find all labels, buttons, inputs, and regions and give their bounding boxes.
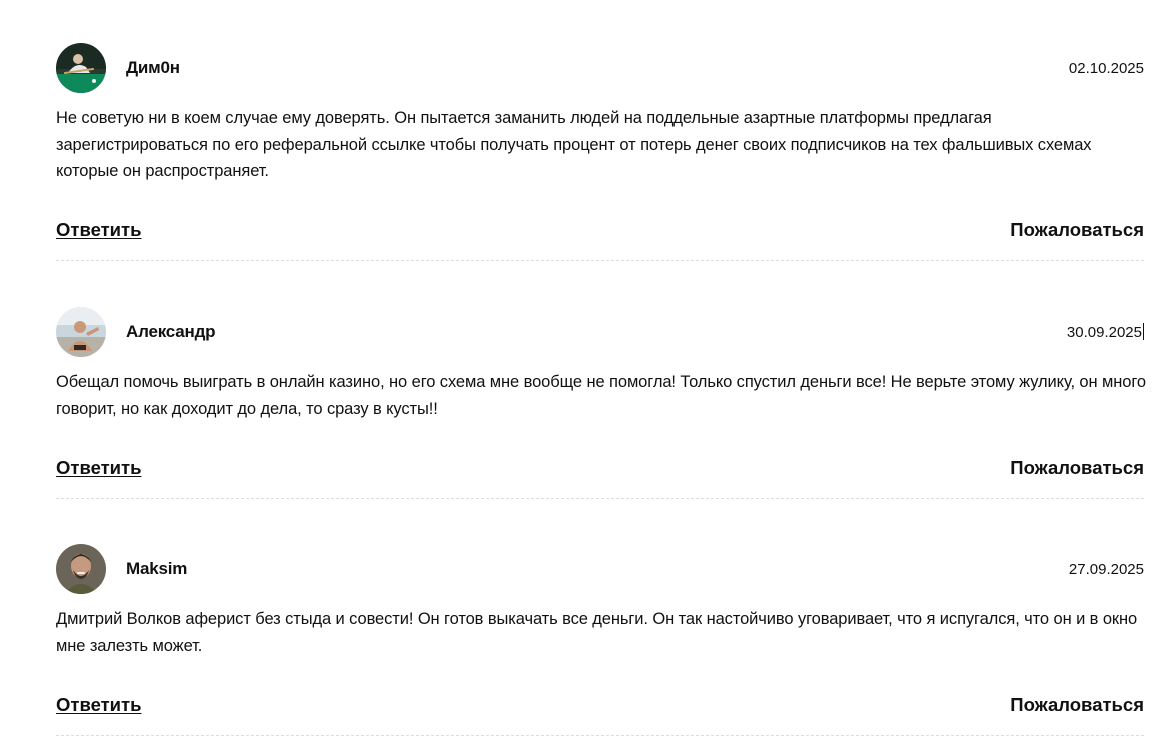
reply-button[interactable]: Ответить xyxy=(56,218,142,242)
comment-item: Maksim 27.09.2025 Дмитрий Волков аферист… xyxy=(56,544,1144,744)
comment-divider xyxy=(56,260,1144,261)
comment-date: 27.09.2025 xyxy=(1068,561,1144,578)
report-button[interactable]: Пожаловаться xyxy=(1010,218,1144,242)
report-button[interactable]: Пожаловаться xyxy=(1010,693,1144,717)
avatar-beach-photo-icon xyxy=(56,307,106,357)
comment-date: 02.10.2025 xyxy=(1068,60,1144,77)
comment-text: Дмитрий Волков аферист без стыда и совес… xyxy=(56,610,1138,655)
avatar xyxy=(56,544,106,594)
comments-list: Дим0н 02.10.2025 Не советую ни в коем сл… xyxy=(56,43,1146,744)
report-button[interactable]: Пожаловаться xyxy=(1010,456,1144,480)
comment-item: Александр 30.09.2025 Обещал помочь выигр… xyxy=(56,307,1146,544)
comment-text: Не советую ни в коем случае ему доверять… xyxy=(56,109,1092,180)
comment-author: Maksim xyxy=(126,559,188,578)
comment-item: Дим0н 02.10.2025 Не советую ни в коем сл… xyxy=(56,43,1144,307)
comment-header: Александр 30.09.2025 xyxy=(56,307,1144,357)
reply-button[interactable]: Ответить xyxy=(56,693,142,717)
text-cursor xyxy=(1143,323,1144,340)
comment-divider xyxy=(56,735,1144,736)
comment-author: Дим0н xyxy=(126,58,180,77)
comment-date: 30.09.2025 xyxy=(1067,323,1144,343)
avatar-billiards-photo-icon xyxy=(56,43,106,93)
reply-button[interactable]: Ответить xyxy=(56,456,142,480)
comment-divider xyxy=(56,498,1144,499)
comment-author: Александр xyxy=(126,322,216,341)
comment-header: Maksim 27.09.2025 xyxy=(56,544,1144,594)
comment-header: Дим0н 02.10.2025 xyxy=(56,43,1144,93)
avatar-portrait-photo-icon xyxy=(56,544,106,594)
comment-date-text: 30.09.2025 xyxy=(1066,324,1142,341)
comment-text: Обещал помочь выиграть в онлайн казино, … xyxy=(56,373,1146,418)
avatar xyxy=(56,307,106,357)
avatar xyxy=(56,43,106,93)
